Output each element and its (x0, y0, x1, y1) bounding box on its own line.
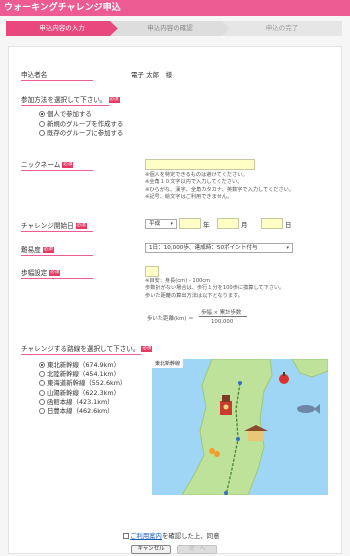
route-option[interactable]: 東北新幹線（674.9km） (39, 361, 126, 370)
route-option[interactable]: 日豊本線（462.6km） (39, 407, 126, 416)
window-title: ウォーキングチャレンジ申込 (0, 0, 350, 16)
radio[interactable] (39, 380, 45, 387)
station-marker (236, 437, 240, 441)
formula-denominator: 100,000 (211, 319, 234, 325)
formula-numerator: 歩幅 × 累計歩数 (201, 310, 242, 316)
required-badge: 必須 (108, 97, 120, 103)
route-label: チャレンジする路線を選択して下さい。 必須 (21, 345, 153, 355)
applicant-name: 電子 太郎 様 (131, 71, 173, 79)
radio-selected[interactable] (39, 362, 45, 368)
station-marker (224, 491, 228, 495)
route-map: 東北新幹線 (152, 359, 328, 495)
participation-option-new-group[interactable]: 新規のグループを作成する (39, 120, 123, 130)
step-complete: 申込の完了 (222, 21, 342, 36)
consent-text: を確認した上、同意 (161, 532, 220, 540)
era-select[interactable]: 平成 ▾ (145, 219, 177, 229)
stride-notes: ※目安：身長(cm) - 100cm 歩数計がない場合は、歩行１分を100歩に換… (145, 278, 285, 299)
day-unit: 日 (285, 221, 292, 229)
radio[interactable] (39, 120, 45, 127)
next-button[interactable]: 次 へ (177, 545, 217, 554)
chevron-down-icon: ▾ (286, 245, 289, 251)
route-option[interactable]: 山陽新幹線（622.3km） (39, 389, 126, 398)
map-label: 東北新幹線 (152, 359, 184, 368)
radio[interactable] (39, 408, 45, 415)
nickname-label: ニックネーム 必須 (21, 159, 93, 171)
participation-label: 参加方法を選択して下さい。 必須 (21, 96, 120, 106)
required-badge: 必須 (141, 346, 153, 352)
difficulty-label: 難易度 必須 (21, 244, 93, 256)
radio-selected[interactable] (39, 111, 45, 117)
participation-option-individual[interactable]: 個人で参加する (39, 110, 123, 120)
step-input: 申込内容の入力 (6, 21, 118, 36)
stride-input[interactable] (145, 266, 159, 277)
radio[interactable] (39, 130, 45, 137)
progress-steps: 申込内容の入力 申込内容の確認 申込の完了 (6, 21, 342, 36)
required-badge: 必須 (49, 270, 61, 276)
day-input[interactable] (261, 218, 283, 229)
month-unit: 月 (241, 221, 248, 229)
route-option[interactable]: 函館本線（423.1km） (39, 398, 126, 407)
radio[interactable] (39, 371, 45, 378)
consent-checkbox[interactable] (123, 533, 129, 539)
radio[interactable] (39, 389, 45, 396)
required-badge: 必須 (75, 223, 87, 229)
nickname-input[interactable] (145, 159, 255, 170)
usage-guide-link[interactable]: ご利用案内 (130, 532, 162, 540)
applicant-label: 申込者名 (21, 69, 93, 81)
start-date-label: チャレンジ開始日 必須 (21, 220, 93, 232)
month-input[interactable] (217, 218, 239, 229)
cancel-button[interactable]: キャンセル (131, 545, 171, 554)
fraction-line (199, 316, 247, 317)
stride-label: 歩幅設定 必須 (21, 267, 93, 279)
tohoku-map-illustration (181, 359, 328, 495)
radio[interactable] (39, 398, 45, 405)
nickname-notes: ※個人を特定できるものは避けてください。 ※全角１０文字以内で入力してください。… (145, 172, 295, 201)
apple-icon (279, 372, 289, 384)
step-confirm: 申込内容の確認 (110, 21, 230, 36)
participation-options: 個人で参加する 新規のグループを作成する 既存のグループに参加する (39, 110, 123, 139)
difficulty-select[interactable]: 1日：10,000歩、達成時：50ポイント付与 ▾ (145, 243, 293, 253)
year-input[interactable] (179, 218, 201, 229)
formula-left: 歩いた距離(km) ＝ (147, 316, 194, 322)
year-unit: 年 (203, 221, 210, 229)
chevron-down-icon: ▾ (170, 221, 173, 227)
route-options: 東北新幹線（674.9km） 北陸新幹線（454.1km） 東海道新幹線（552… (39, 361, 126, 416)
consent-row: ご利用案内を確認した上、同意 (123, 531, 219, 540)
required-badge: 必須 (62, 162, 74, 168)
station-marker (238, 381, 242, 385)
fish-icon (297, 404, 320, 414)
participation-option-existing-group[interactable]: 既存のグループに参加する (39, 129, 123, 139)
form-panel: 申込者名 電子 太郎 様 参加方法を選択して下さい。 必須 個人で参加する 新規の… (8, 46, 342, 554)
route-option[interactable]: 東海道新幹線（552.6km） (39, 379, 126, 388)
required-badge: 必須 (42, 247, 54, 253)
